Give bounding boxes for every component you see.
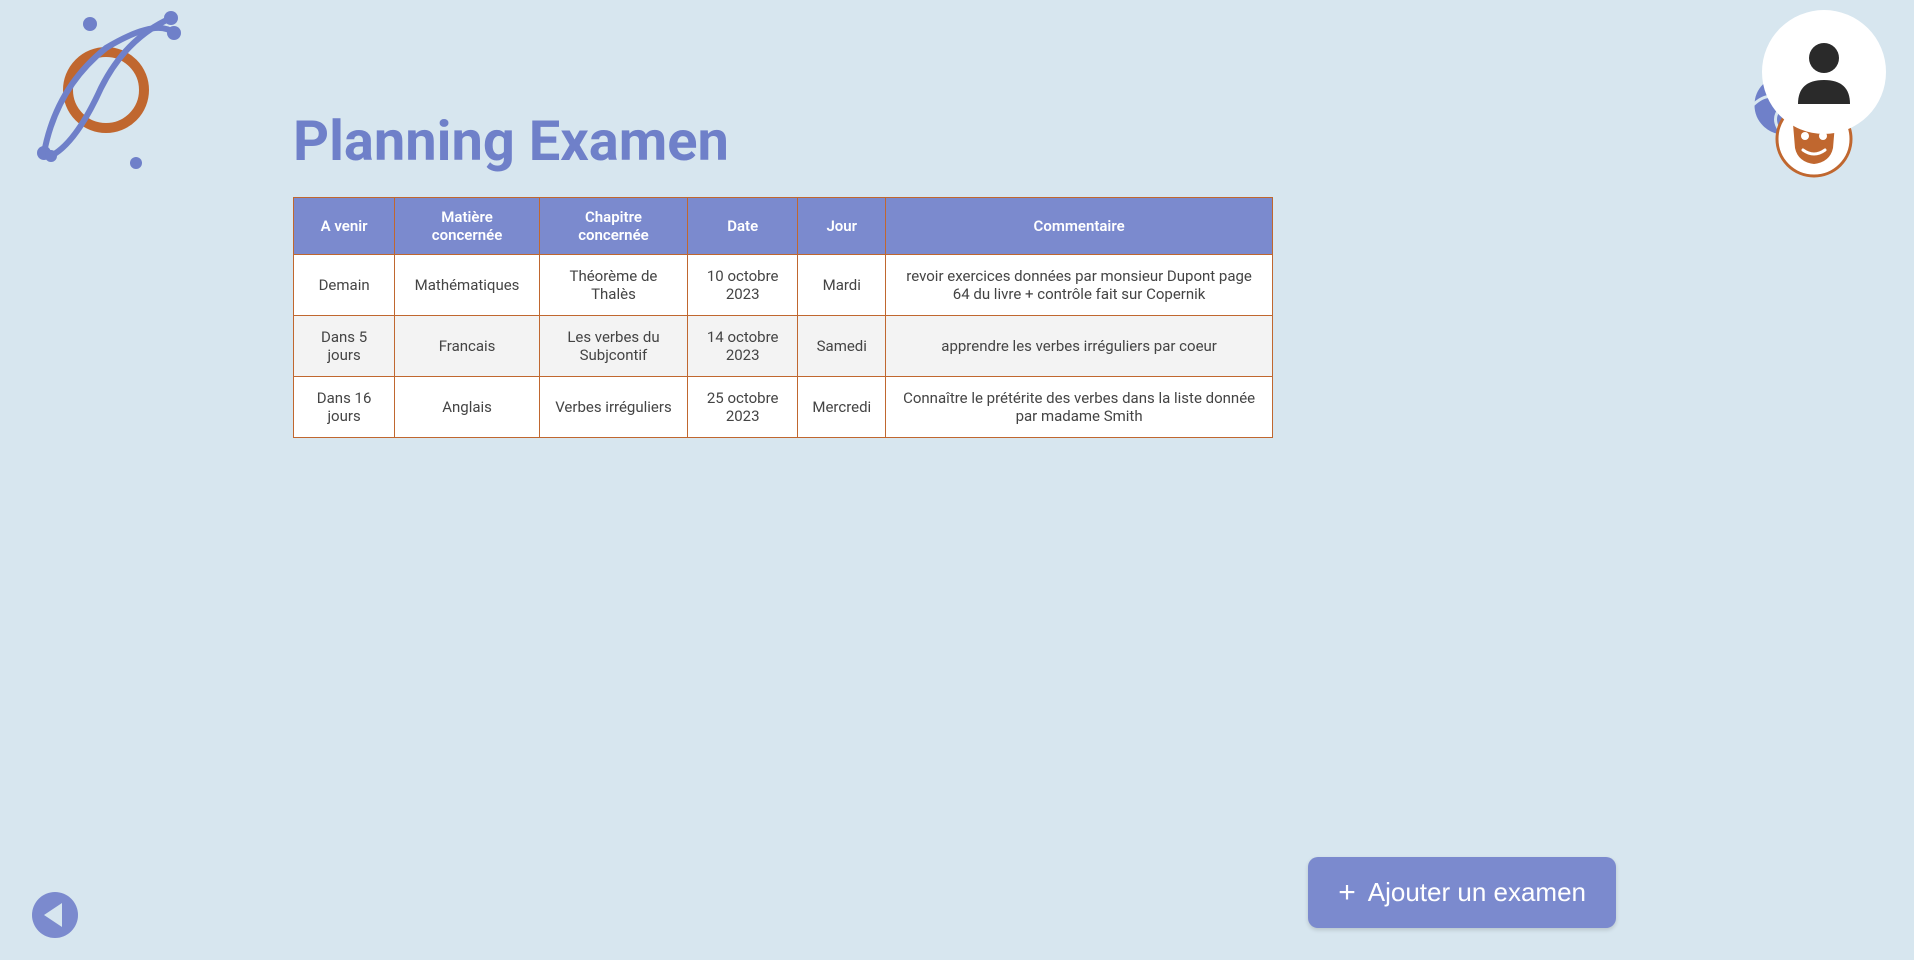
app-logo[interactable]: [26, 8, 186, 173]
cell-date: 25 octobre 2023: [688, 377, 798, 438]
add-exam-button[interactable]: + Ajouter un examen: [1308, 857, 1616, 928]
header-comment: Commentaire: [886, 198, 1273, 255]
cell-comment: Connaître le prétérite des verbes dans l…: [886, 377, 1273, 438]
cell-upcoming: Dans 16 jours: [294, 377, 395, 438]
cell-chapter: Théorème de Thalès: [539, 255, 687, 316]
back-arrow-icon: [30, 890, 80, 940]
cell-subject: Francais: [395, 316, 540, 377]
cell-upcoming: Dans 5 jours: [294, 316, 395, 377]
avatar[interactable]: [1762, 10, 1886, 134]
page-title: Planning Examen: [293, 108, 729, 174]
cell-day: Samedi: [798, 316, 886, 377]
add-exam-label: Ajouter un examen: [1368, 877, 1586, 908]
cell-upcoming: Demain: [294, 255, 395, 316]
cell-chapter: Les verbes du Subjcontif: [539, 316, 687, 377]
cell-subject: Mathématiques: [395, 255, 540, 316]
cell-date: 10 octobre 2023: [688, 255, 798, 316]
table-row: Dans 16 jours Anglais Verbes irréguliers…: [294, 377, 1273, 438]
cell-comment: apprendre les verbes irréguliers par coe…: [886, 316, 1273, 377]
cell-chapter: Verbes irréguliers: [539, 377, 687, 438]
profile-section: [1762, 10, 1886, 134]
orbit-logo-icon: [26, 8, 186, 173]
header-upcoming: A venir: [294, 198, 395, 255]
back-button[interactable]: [30, 890, 80, 940]
table-row: Dans 5 jours Francais Les verbes du Subj…: [294, 316, 1273, 377]
user-icon: [1788, 36, 1860, 108]
table-header-row: A venir Matière concernée Chapitre conce…: [294, 198, 1273, 255]
plus-icon: +: [1338, 878, 1356, 908]
cell-day: Mardi: [798, 255, 886, 316]
header-chapter: Chapitre concernée: [539, 198, 687, 255]
cell-day: Mercredi: [798, 377, 886, 438]
header-date: Date: [688, 198, 798, 255]
cell-comment: revoir exercices données par monsieur Du…: [886, 255, 1273, 316]
table-row: Demain Mathématiques Théorème de Thalès …: [294, 255, 1273, 316]
header-day: Jour: [798, 198, 886, 255]
header-subject: Matière concernée: [395, 198, 540, 255]
cell-date: 14 octobre 2023: [688, 316, 798, 377]
cell-subject: Anglais: [395, 377, 540, 438]
exam-table: A venir Matière concernée Chapitre conce…: [293, 197, 1273, 438]
